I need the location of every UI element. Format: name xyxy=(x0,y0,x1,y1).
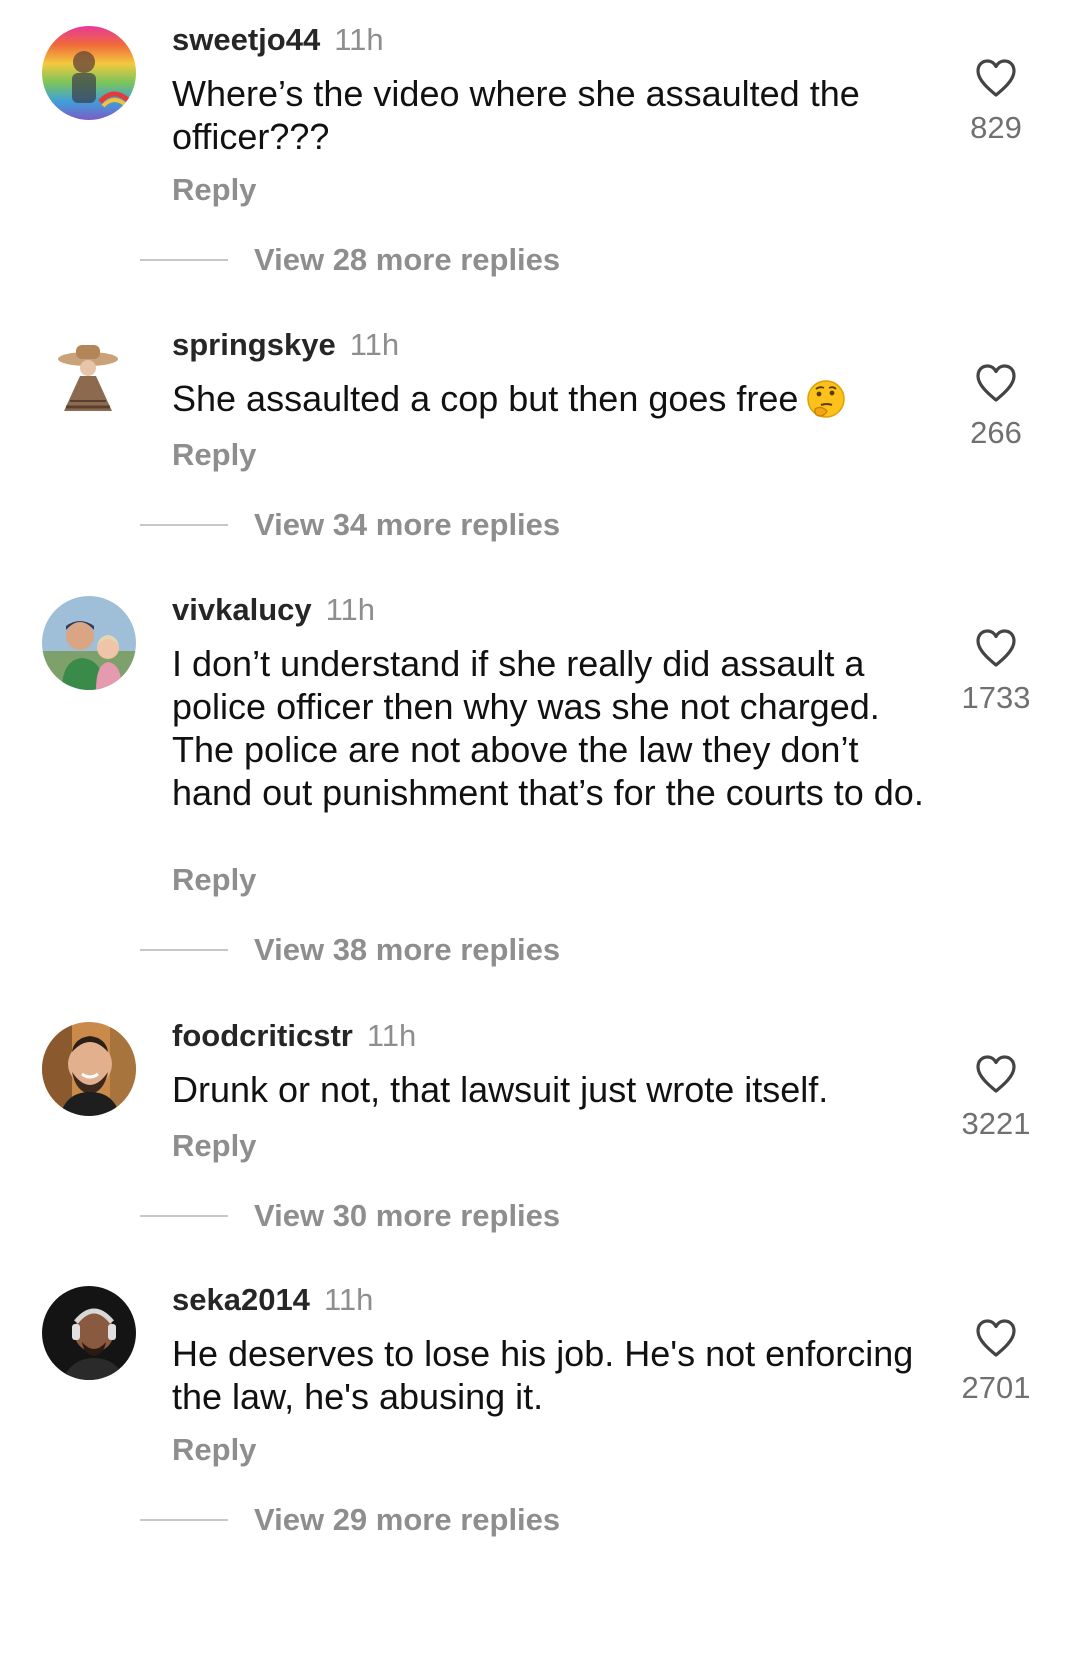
like-count: 3221 xyxy=(961,1106,1031,1141)
reply-button[interactable]: Reply xyxy=(172,170,256,210)
username[interactable]: sweetjo44 xyxy=(172,22,320,57)
username[interactable]: seka2014 xyxy=(172,1282,310,1317)
heart-icon xyxy=(976,1319,1016,1357)
view-replies-button[interactable]: View 30 more replies xyxy=(140,1196,560,1236)
heart-icon xyxy=(976,1055,1016,1093)
comment-text: She assaulted a cop but then goes free xyxy=(172,377,932,428)
avatar[interactable] xyxy=(42,1022,136,1116)
like-count: 266 xyxy=(970,415,1022,450)
view-replies-button[interactable]: View 34 more replies xyxy=(140,505,560,545)
view-replies-label: View 38 more replies xyxy=(254,932,561,967)
comment-meta: sweetjo44 11h xyxy=(172,20,384,60)
replies-divider xyxy=(140,1215,228,1217)
view-replies-button[interactable]: View 28 more replies xyxy=(140,240,560,280)
reply-button[interactable]: Reply xyxy=(172,1430,256,1470)
comment-text: Where’s the video where she assaulted th… xyxy=(172,72,932,158)
view-replies-button[interactable]: View 29 more replies xyxy=(140,1500,560,1540)
replies-divider xyxy=(140,259,228,261)
timestamp: 11h xyxy=(334,22,384,57)
reply-button[interactable]: Reply xyxy=(172,1126,256,1166)
comment-meta: foodcriticstr 11h xyxy=(172,1016,416,1056)
avatar[interactable] xyxy=(42,1286,136,1380)
like-count: 829 xyxy=(970,110,1022,145)
replies-divider xyxy=(140,524,228,526)
comment-text: Drunk or not, that lawsuit just wrote it… xyxy=(172,1068,932,1111)
view-replies-label: View 28 more replies xyxy=(254,242,561,277)
username[interactable]: springskye xyxy=(172,327,336,362)
like-button[interactable]: 3221 xyxy=(950,1054,1042,1142)
replies-divider xyxy=(140,1519,228,1521)
comment-body: Drunk or not, that lawsuit just wrote it… xyxy=(172,1069,829,1110)
timestamp: 11h xyxy=(325,592,376,627)
comment-body: She assaulted a cop but then goes free xyxy=(172,378,799,419)
heart-icon xyxy=(976,629,1016,667)
username[interactable]: foodcriticstr xyxy=(172,1018,353,1053)
comment-meta: vivkalucy 11h xyxy=(172,590,375,630)
thinking-face-icon xyxy=(806,379,846,428)
like-button[interactable]: 829 xyxy=(950,58,1042,146)
avatar[interactable] xyxy=(42,331,136,425)
view-replies-label: View 29 more replies xyxy=(254,1502,561,1537)
like-count: 1733 xyxy=(961,680,1031,715)
replies-divider xyxy=(140,949,228,951)
avatar[interactable] xyxy=(42,26,136,120)
timestamp: 11h xyxy=(366,1018,417,1053)
heart-icon xyxy=(976,364,1016,402)
like-button[interactable]: 2701 xyxy=(950,1318,1042,1406)
username[interactable]: vivkalucy xyxy=(172,592,312,627)
like-button[interactable]: 266 xyxy=(950,363,1042,451)
comment-meta: seka2014 11h xyxy=(172,1280,373,1320)
comment-text: I don’t understand if she really did ass… xyxy=(172,642,932,814)
timestamp: 11h xyxy=(349,327,400,362)
heart-icon xyxy=(976,59,1016,97)
view-replies-label: View 30 more replies xyxy=(254,1198,561,1233)
reply-button[interactable]: Reply xyxy=(172,435,256,475)
comment-meta: springskye 11h xyxy=(172,325,399,365)
comment-body: Where’s the video where she assaulted th… xyxy=(172,73,860,157)
like-count: 2701 xyxy=(961,1370,1031,1405)
like-button[interactable]: 1733 xyxy=(950,628,1042,716)
reply-button[interactable]: Reply xyxy=(172,860,256,900)
timestamp: 11h xyxy=(323,1282,374,1317)
view-replies-label: View 34 more replies xyxy=(254,507,561,542)
view-replies-button[interactable]: View 38 more replies xyxy=(140,930,560,970)
avatar[interactable] xyxy=(42,596,136,690)
comment-body: I don’t understand if she really did ass… xyxy=(172,643,924,813)
comment-body: He deserves to lose his job. He's not en… xyxy=(172,1333,914,1417)
comment-text: He deserves to lose his job. He's not en… xyxy=(172,1332,932,1418)
